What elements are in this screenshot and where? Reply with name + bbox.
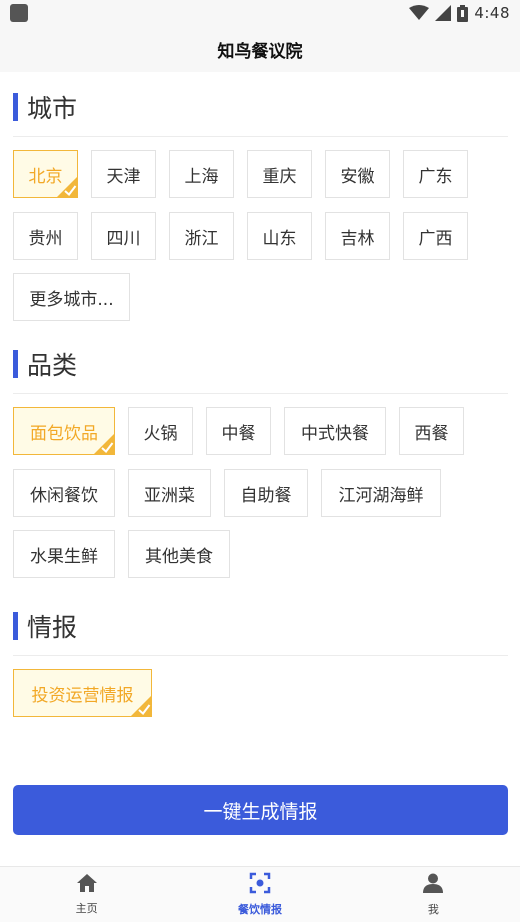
check-icon: [56, 176, 78, 198]
category-chip[interactable]: 休闲餐饮: [13, 469, 115, 517]
category-chip[interactable]: 亚洲菜: [128, 469, 211, 517]
city-chip[interactable]: 安徽: [325, 150, 390, 198]
title-accent-bar: [13, 350, 18, 378]
section-city-label: 城市: [27, 94, 78, 123]
divider: [13, 136, 508, 137]
generate-report-button[interactable]: 一键生成情报: [13, 785, 508, 835]
status-bar: 4:48: [0, 0, 520, 26]
divider: [13, 393, 508, 394]
nav-item-report[interactable]: 餐饮情报: [173, 867, 346, 922]
city-chip[interactable]: 上海: [169, 150, 234, 198]
category-chip[interactable]: 中式快餐: [284, 407, 386, 455]
section-title-city: 城市: [13, 91, 77, 123]
category-chip[interactable]: 水果生鲜: [13, 530, 115, 578]
city-chip[interactable]: 山东: [247, 212, 312, 260]
report-icon: [249, 872, 271, 898]
nav-item-me[interactable]: 我: [347, 867, 520, 922]
category-chip[interactable]: 中餐: [206, 407, 271, 455]
page-title: 知鸟餐议院: [217, 41, 303, 62]
notification-icon: [10, 4, 28, 22]
signal-icon: [435, 5, 452, 21]
city-chip[interactable]: 天津: [91, 150, 156, 198]
status-right: 4:48: [409, 3, 510, 23]
city-chip[interactable]: 贵州: [13, 212, 78, 260]
nav-label: 主页: [75, 902, 98, 915]
category-chip[interactable]: 火锅: [128, 407, 193, 455]
section-title-report: 情报: [13, 610, 77, 642]
title-accent-bar: [13, 93, 18, 121]
city-chip[interactable]: 四川: [91, 212, 156, 260]
clock: 4:48: [474, 4, 510, 22]
wifi-icon: [409, 5, 430, 21]
city-chip[interactable]: 北京: [13, 150, 78, 198]
city-chip[interactable]: 广东: [403, 150, 468, 198]
home-icon: [76, 873, 98, 897]
category-chip[interactable]: 西餐: [399, 407, 464, 455]
city-chip[interactable]: 重庆: [247, 150, 312, 198]
nav-label: 我: [427, 903, 439, 916]
bottom-nav: 主页 餐饮情报 我: [0, 866, 520, 922]
app-header: 知鸟餐议院: [0, 26, 520, 72]
title-accent-bar: [13, 612, 18, 640]
battery-icon: [457, 4, 469, 22]
city-chip[interactable]: 广西: [403, 212, 468, 260]
check-icon: [130, 695, 152, 717]
more-cities-chip[interactable]: 更多城市...: [13, 273, 130, 321]
section-title-category: 品类: [13, 348, 77, 380]
divider: [13, 655, 508, 656]
nav-label: 餐饮情报: [237, 903, 282, 916]
nav-item-home[interactable]: 主页: [0, 867, 173, 922]
section-report-label: 情报: [27, 613, 78, 642]
category-chip[interactable]: 其他美食: [128, 530, 230, 578]
city-chip[interactable]: 吉林: [325, 212, 390, 260]
category-chip[interactable]: 自助餐: [224, 469, 308, 517]
check-icon: [93, 433, 115, 455]
report-chip[interactable]: 投资运营情报: [13, 669, 152, 717]
user-icon: [422, 872, 444, 898]
category-chip[interactable]: 江河湖海鲜: [321, 469, 441, 517]
section-category-label: 品类: [27, 351, 78, 380]
category-chip[interactable]: 面包饮品: [13, 407, 115, 455]
city-chip[interactable]: 浙江: [169, 212, 234, 260]
